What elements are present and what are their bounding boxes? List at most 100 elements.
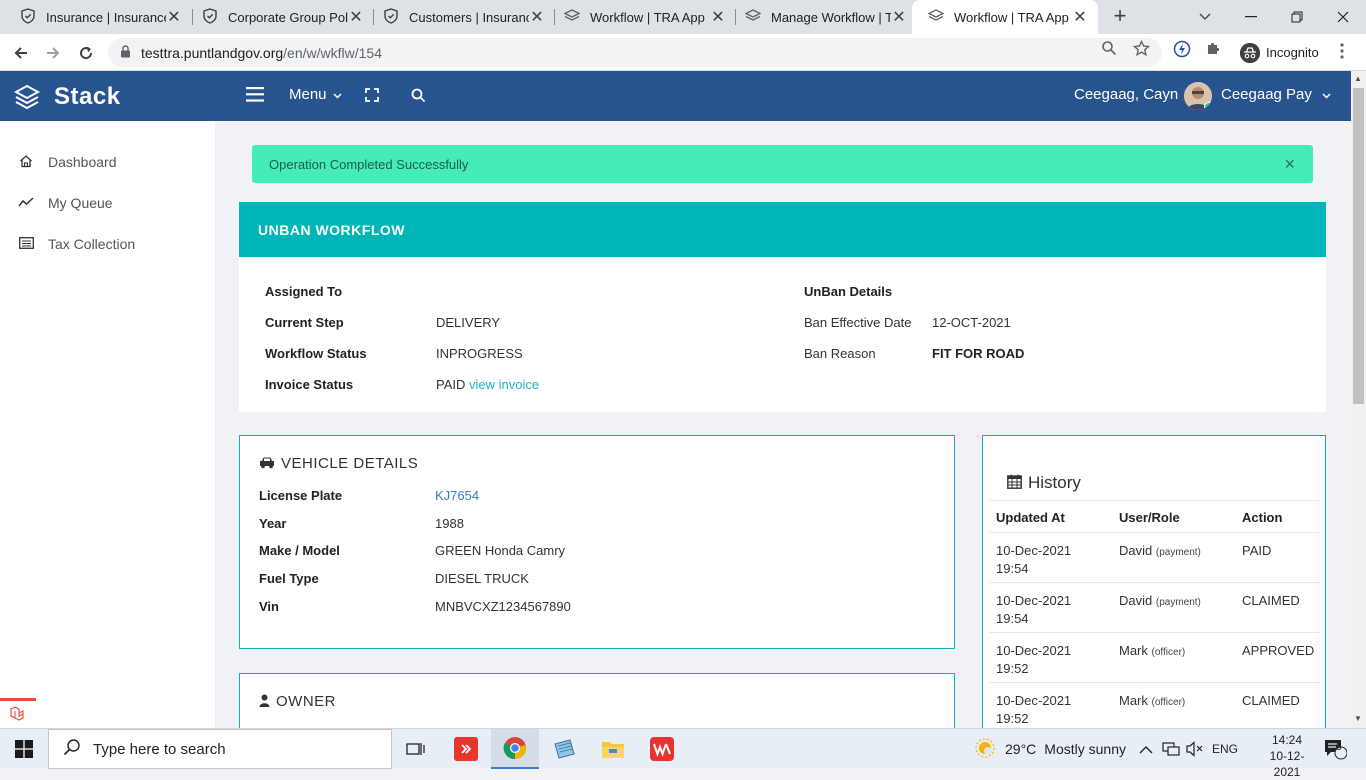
minimize-icon[interactable]: [1228, 0, 1274, 34]
shield-icon: [383, 7, 399, 27]
wps-office-icon[interactable]: [638, 729, 686, 769]
speaker-muted-icon[interactable]: [1186, 729, 1204, 769]
fullscreen-icon[interactable]: [365, 88, 379, 102]
tab-close-icon[interactable]: ✕: [529, 7, 545, 27]
stack-icon: [927, 8, 945, 27]
history-user-name: Mark: [1119, 643, 1148, 658]
shield-icon: [20, 7, 36, 27]
forward-arrow-icon[interactable]: [40, 40, 66, 66]
table-row: 10-Dec-2021 19:52 Mark (officer) CLAIMED: [990, 683, 1320, 728]
online-status-dot: [1204, 102, 1212, 110]
shield-icon: [202, 7, 218, 27]
tray-chevron-up-icon[interactable]: [1139, 729, 1153, 769]
incognito-indicator[interactable]: Incognito: [1232, 38, 1327, 67]
current-step-value: DELIVERY: [436, 315, 501, 330]
vehicle-details-card: VEHICLE DETAILS License Plate KJ7654 Yea…: [239, 435, 955, 649]
alert-close-icon[interactable]: ×: [1284, 154, 1295, 175]
zoom-search-icon[interactable]: [1101, 40, 1117, 61]
browser-tab-strip: Insurance | Insurance ✕ Corporate Group …: [0, 0, 1366, 34]
history-action: CLAIMED: [1242, 593, 1300, 608]
avatar[interactable]: [1184, 82, 1212, 110]
browser-tab[interactable]: Insurance | Insurance ✕: [4, 0, 192, 34]
browser-tab[interactable]: Corporate Group Polic ✕: [186, 0, 374, 34]
invoice-status-label: Invoice Status: [265, 377, 354, 392]
task-view-icon[interactable]: [392, 729, 440, 769]
history-action: CLAIMED: [1242, 693, 1300, 708]
system-clock[interactable]: 14:24 10-12-2021: [1262, 732, 1312, 780]
success-alert: Operation Completed Successfully ×: [252, 145, 1313, 183]
vehicle-row-label: Year: [259, 516, 287, 531]
history-title: History: [1007, 473, 1081, 493]
tab-close-icon[interactable]: ✕: [1072, 7, 1088, 27]
notepad-app-icon[interactable]: [540, 729, 588, 769]
tab-close-icon[interactable]: ✕: [348, 7, 364, 27]
address-bar: testtra.puntlandgov.org/en/w/wkflw/154 I…: [0, 34, 1366, 71]
account-dropdown[interactable]: Ceegaag Pay: [1221, 86, 1331, 103]
reload-icon[interactable]: [73, 40, 99, 66]
search-icon[interactable]: [411, 88, 426, 103]
invoice-status-value: PAID: [436, 377, 466, 392]
chevron-down-icon: [1322, 86, 1331, 103]
history-role: (payment): [1155, 547, 1201, 558]
invoice-status: PAID view invoice: [436, 377, 539, 392]
current-step-label: Current Step: [265, 315, 344, 330]
assigned-to-label: Assigned To: [265, 284, 343, 299]
menu-dropdown[interactable]: Menu: [289, 86, 342, 103]
license-plate-link[interactable]: KJ7654: [435, 488, 479, 503]
brand-logo[interactable]: Stack: [13, 83, 121, 111]
window-close-icon[interactable]: [1320, 0, 1366, 34]
browser-menu-icon[interactable]: [1340, 43, 1344, 64]
history-date: 10-Dec-2021: [996, 693, 1072, 708]
history-time: 19:54: [996, 611, 1029, 626]
restore-icon[interactable]: [1274, 0, 1320, 34]
owner-card: OWNER: [239, 673, 955, 728]
vehicle-title-text: VEHICLE DETAILS: [281, 455, 419, 472]
clock-date: 10-12-2021: [1269, 749, 1305, 779]
sidebar-item-tax-collection[interactable]: Tax Collection: [0, 229, 215, 259]
workflow-title: UNBAN WORKFLOW: [239, 202, 1326, 257]
browser-tab[interactable]: Workflow | TRA App ✕: [548, 0, 736, 34]
history-user: Mark (officer): [1119, 642, 1185, 662]
scroll-down-arrow-icon[interactable]: ▼: [1354, 714, 1362, 723]
scrollbar-thumb[interactable]: [1353, 88, 1364, 404]
scroll-up-arrow-icon[interactable]: ▲: [1354, 74, 1362, 83]
tab-close-icon[interactable]: ✕: [891, 7, 907, 27]
url-field[interactable]: testtra.puntlandgov.org/en/w/wkflw/154: [108, 38, 1162, 67]
debugbar-logo-icon[interactable]: [0, 698, 36, 728]
sidebar-item-dashboard[interactable]: Dashboard: [0, 147, 215, 177]
network-icon[interactable]: [1162, 729, 1180, 769]
tab-close-icon[interactable]: ✕: [710, 7, 726, 27]
back-arrow-icon[interactable]: [8, 40, 34, 66]
language-indicator[interactable]: ENG: [1212, 729, 1238, 769]
windows-start-icon[interactable]: [0, 729, 48, 769]
menu-label: Menu: [289, 86, 327, 103]
file-explorer-icon[interactable]: [589, 729, 637, 769]
page-scrollbar[interactable]: ▲ ▼: [1351, 71, 1366, 728]
tab-close-icon[interactable]: ✕: [166, 7, 182, 27]
extensions-puzzle-icon[interactable]: [1205, 40, 1222, 62]
vehicle-row-value: GREEN Honda Camry: [435, 543, 566, 558]
brand-name: Stack: [54, 83, 121, 110]
bookmark-star-icon[interactable]: [1132, 39, 1151, 62]
notification-center-icon[interactable]: 3: [1323, 729, 1347, 769]
sidebar-item-my-queue[interactable]: My Queue: [0, 188, 215, 218]
view-invoice-link[interactable]: view invoice: [469, 377, 539, 392]
chevron-down-icon: [333, 86, 342, 103]
user-icon: [259, 694, 270, 710]
clock-time: 14:24: [1271, 733, 1303, 747]
tab-search-chevron-icon[interactable]: [1182, 0, 1228, 34]
chrome-app-icon[interactable]: [491, 729, 539, 769]
browser-tab-active[interactable]: Workflow | TRA App ✕: [912, 0, 1098, 34]
taskbar-search-input[interactable]: Type here to search: [48, 729, 392, 769]
table-row: 10-Dec-2021 19:54 David (payment) PAID: [990, 533, 1320, 583]
browser-tab[interactable]: Customers | Insurance ✕: [367, 0, 555, 34]
extension-bolt-icon[interactable]: [1173, 40, 1191, 63]
hamburger-menu-icon[interactable]: [246, 87, 264, 102]
browser-tab[interactable]: Manage Workflow | TI ✕: [729, 0, 917, 34]
new-tab-button[interactable]: +: [1108, 4, 1132, 30]
incognito-label: Incognito: [1266, 45, 1319, 60]
history-title-text: History: [1028, 473, 1081, 492]
weather-widget[interactable]: 29°C Mostly sunny: [974, 729, 1126, 769]
anydesk-app-icon[interactable]: [442, 729, 490, 769]
url-path: /en/w/wkflw/154: [283, 44, 382, 61]
